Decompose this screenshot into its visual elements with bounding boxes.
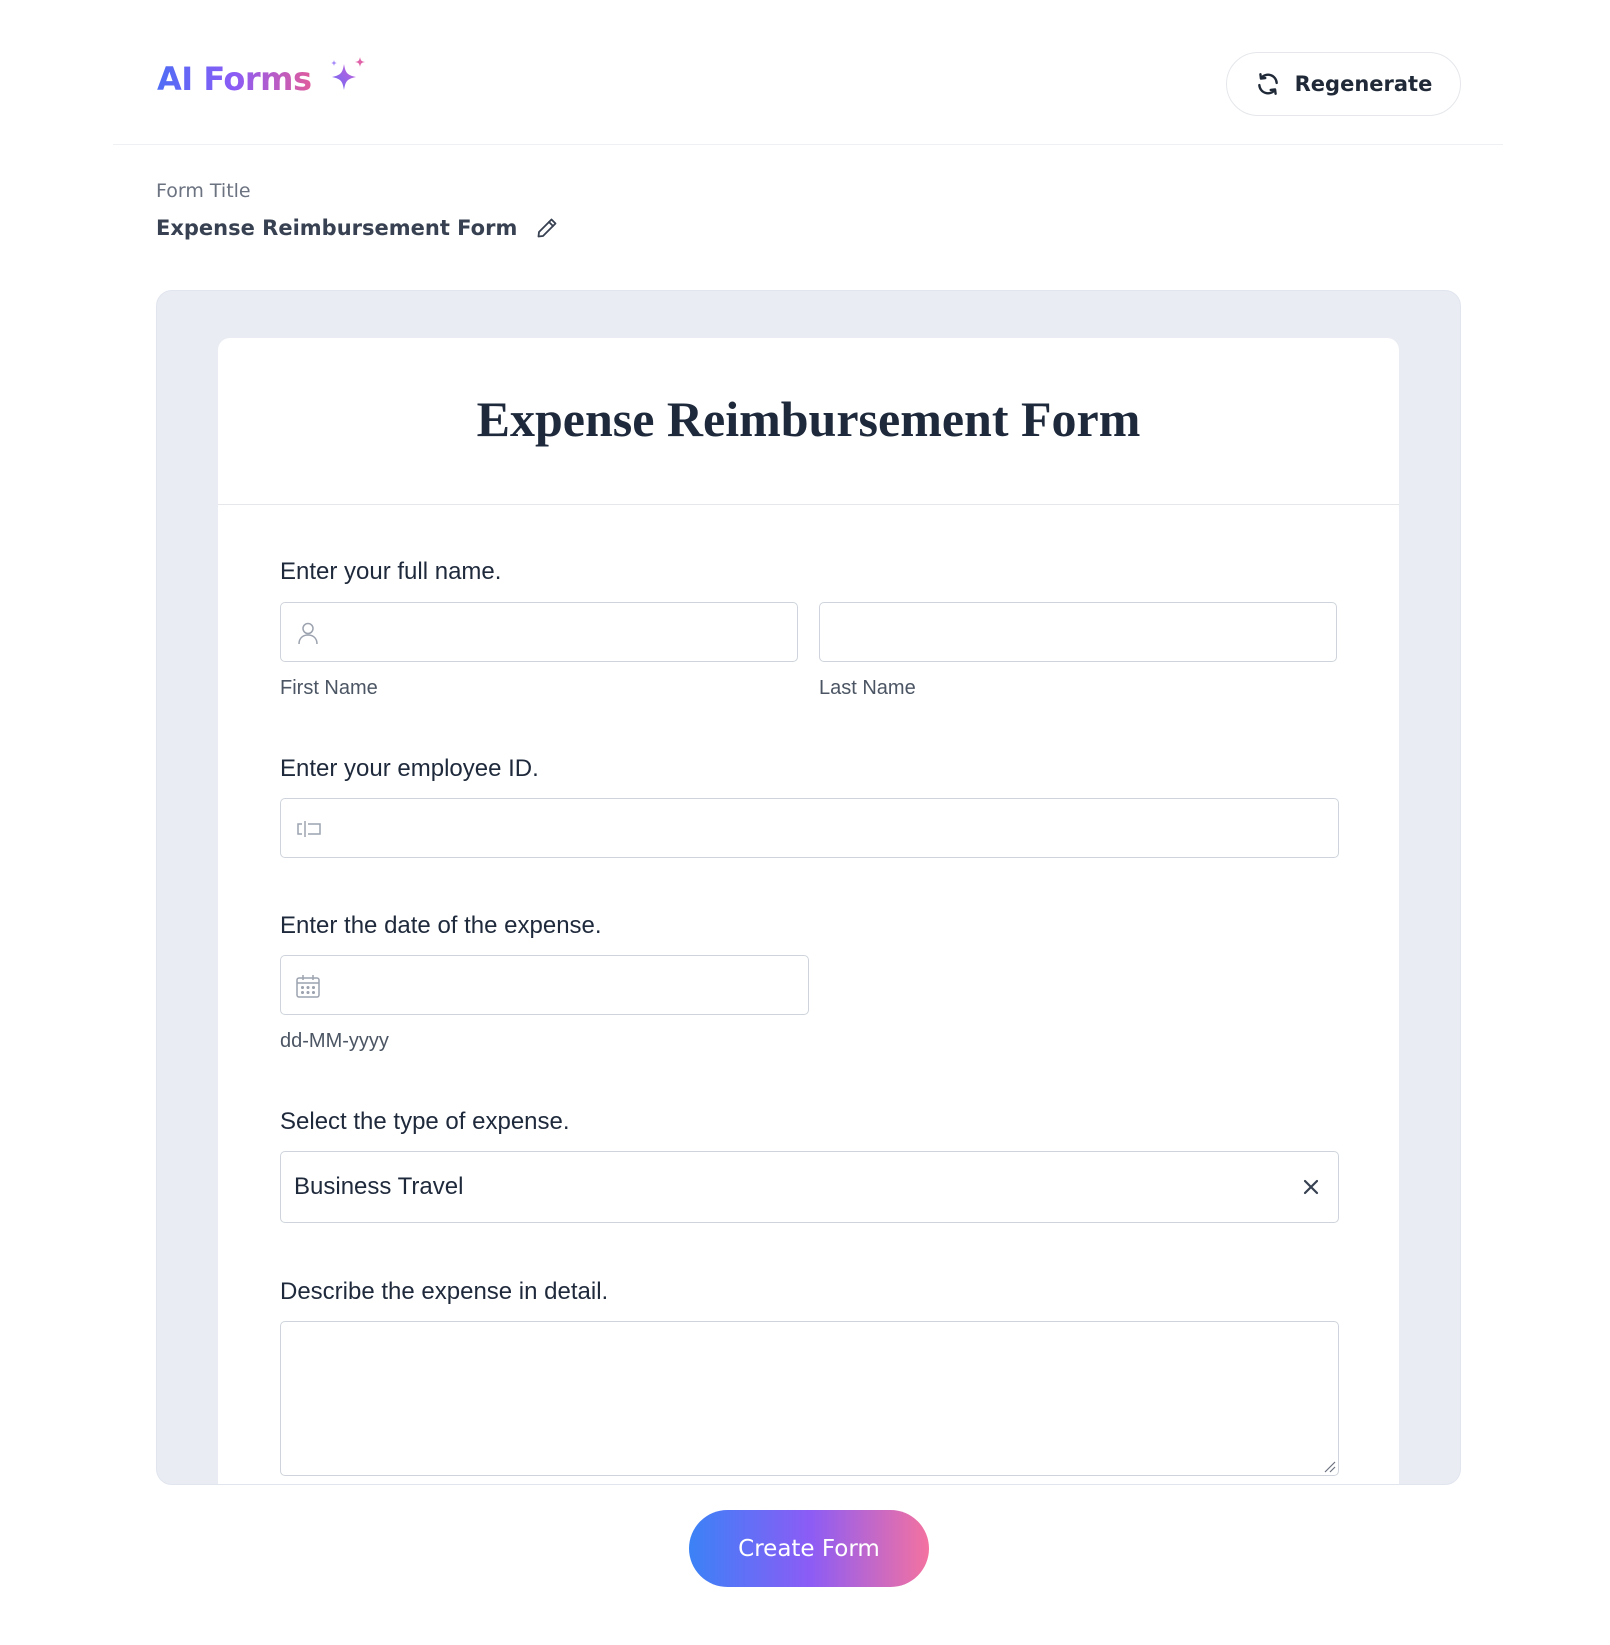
form-card-header: Expense Reimbursement Form (218, 338, 1399, 505)
app-header: AI Forms Regenerate (113, 0, 1503, 145)
full-name-label: Enter your full name. (280, 558, 502, 585)
pencil-icon[interactable] (535, 216, 559, 240)
app-logo: AI Forms (157, 57, 370, 98)
form-preview: Expense Reimbursement Form Enter your fu… (156, 290, 1461, 1485)
form-title-value: Expense Reimbursement Form (156, 216, 518, 240)
create-form-button[interactable]: Create Form (689, 1510, 929, 1587)
employee-id-input[interactable] (280, 798, 1339, 858)
description-label: Describe the expense in detail. (280, 1278, 609, 1305)
resize-handle-icon[interactable] (1322, 1459, 1336, 1473)
calendar-icon (296, 975, 320, 998)
expense-date-input[interactable] (280, 955, 809, 1015)
expense-date-label: Enter the date of the expense. (280, 912, 602, 939)
form-title-row: Expense Reimbursement Form (156, 216, 559, 240)
sparkle-icon (330, 57, 365, 90)
regenerate-label: Regenerate (1294, 72, 1433, 96)
description-textarea[interactable] (280, 1321, 1339, 1476)
last-name-sublabel: Last Name (819, 677, 916, 699)
regenerate-button[interactable]: Regenerate (1226, 52, 1461, 116)
first-name-input[interactable] (280, 602, 798, 662)
first-name-sublabel: First Name (280, 677, 378, 699)
last-name-input[interactable] (819, 602, 1337, 662)
user-icon (298, 622, 318, 645)
expense-type-select[interactable]: Business Travel (280, 1151, 1339, 1223)
form-card: Expense Reimbursement Form Enter your fu… (218, 338, 1399, 1484)
form-heading: Expense Reimbursement Form (476, 391, 1141, 447)
close-icon[interactable] (1298, 1174, 1324, 1200)
form-title-label: Form Title (156, 180, 251, 202)
text-cursor-icon (297, 821, 321, 837)
refresh-icon (1257, 73, 1278, 95)
date-format-hint: dd-MM-yyyy (280, 1030, 389, 1052)
expense-type-label: Select the type of expense. (280, 1108, 570, 1135)
logo-text: AI Forms (157, 60, 312, 98)
employee-id-label: Enter your employee ID. (280, 755, 539, 782)
expense-type-value: Business Travel (294, 1173, 464, 1200)
